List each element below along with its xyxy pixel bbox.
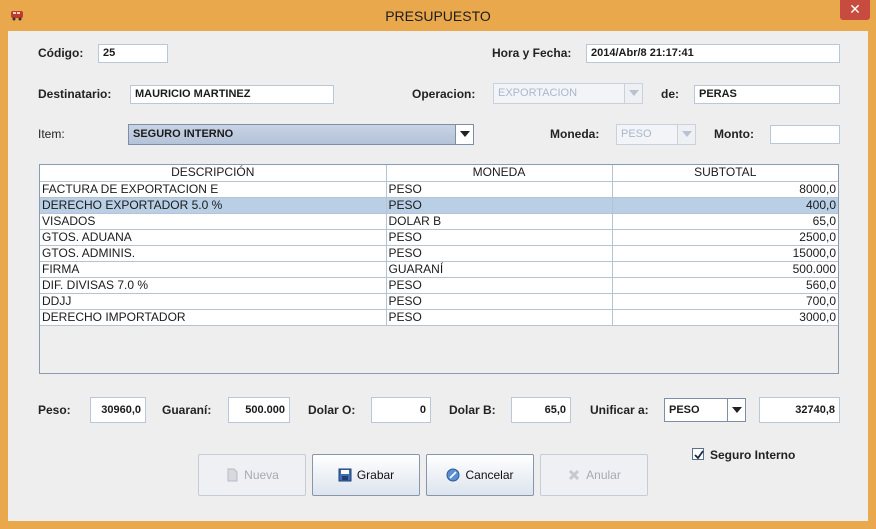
unificado-total-field[interactable]: 32740,8 (759, 397, 840, 423)
title-bar[interactable]: PRESUPUESTO ✕ (0, 0, 876, 32)
column-subtotal[interactable]: SUBTOTAL (612, 165, 838, 182)
guarani-label: Guaraní: (162, 403, 212, 417)
cell-moneda: DOLAR B (386, 213, 613, 230)
cell-moneda: GUARANÍ (386, 261, 613, 278)
cell-subtotal: 65,0 (612, 213, 838, 230)
unificar-value: PESO (669, 404, 700, 416)
cell-moneda: PESO (386, 181, 613, 198)
moneda-select[interactable]: PESO (616, 124, 696, 145)
cell-moneda: PESO (386, 309, 613, 326)
delete-icon (567, 468, 581, 482)
cell-moneda: PESO (386, 277, 613, 294)
cell-descripcion: FACTURA DE EXPORTACION E (40, 181, 387, 198)
cell-subtotal: 700,0 (612, 293, 838, 310)
column-moneda[interactable]: MONEDA (386, 165, 613, 182)
close-icon: ✕ (849, 1, 861, 17)
cell-moneda: PESO (386, 197, 613, 214)
anular-button[interactable]: Anular (540, 454, 648, 496)
operacion-value: EXPORTACION (498, 87, 578, 99)
cell-subtotal: 500.000 (612, 261, 838, 278)
table-row[interactable]: DDJJ PESO 700,0 (40, 293, 838, 310)
operacion-label: Operacion: (412, 87, 476, 101)
cell-subtotal: 3000,0 (612, 309, 838, 326)
cancel-icon (446, 468, 460, 482)
chevron-down-icon[interactable] (727, 399, 745, 421)
cancelar-button[interactable]: Cancelar (426, 454, 534, 496)
peso-label: Peso: (38, 403, 71, 417)
cell-moneda: PESO (386, 229, 613, 246)
table-row[interactable]: GTOS. ADMINIS. PESO 15000,0 (40, 245, 838, 262)
hora-fecha-label: Hora y Fecha: (492, 46, 572, 60)
moneda-label: Moneda: (550, 127, 600, 141)
cell-descripcion: GTOS. ADMINIS. (40, 245, 387, 262)
table-row[interactable]: FACTURA DE EXPORTACION E PESO 8000,0 (40, 181, 838, 198)
cell-descripcion: FIRMA (40, 261, 387, 278)
items-table[interactable]: DESCRIPCIÓN MONEDA SUBTOTAL FACTURA DE E… (39, 164, 839, 374)
chevron-down-icon[interactable] (624, 84, 642, 103)
cell-subtotal: 560,0 (612, 277, 838, 294)
table-row[interactable]: DIF. DIVISAS 7.0 % PESO 560,0 (40, 277, 838, 294)
seguro-interno-checkbox[interactable] (692, 448, 704, 460)
moneda-value: PESO (621, 128, 652, 140)
operacion-select[interactable]: EXPORTACION (493, 83, 643, 104)
check-icon (694, 450, 704, 460)
table-row-selected[interactable]: DERECHO EXPORTADOR 5.0 % PESO 400,0 (40, 197, 838, 214)
unificar-select[interactable]: PESO (664, 398, 746, 422)
nueva-button[interactable]: Nueva (198, 454, 306, 496)
anular-label: Anular (586, 468, 621, 482)
close-button[interactable]: ✕ (840, 0, 870, 20)
cell-subtotal: 2500,0 (612, 229, 838, 246)
table-row[interactable]: GTOS. ADUANA PESO 2500,0 (40, 229, 838, 246)
window-title: PRESUPUESTO (385, 8, 491, 24)
cell-subtotal: 400,0 (612, 197, 838, 214)
cell-moneda: PESO (386, 293, 613, 310)
chevron-down-icon[interactable] (677, 125, 695, 144)
cancelar-label: Cancelar (465, 468, 514, 482)
window: PRESUPUESTO ✕ Código: 25 Hora y Fecha: 2… (0, 0, 876, 529)
cell-descripcion: DERECHO EXPORTADOR 5.0 % (40, 197, 387, 214)
unificar-label: Unificar a: (590, 403, 649, 417)
codigo-label: Código: (38, 46, 84, 60)
destinatario-field[interactable]: MAURICIO MARTINEZ (130, 85, 334, 104)
cell-descripcion: DERECHO IMPORTADOR (40, 309, 387, 326)
cell-descripcion: DDJJ (40, 293, 387, 310)
nueva-label: Nueva (244, 468, 279, 482)
hora-fecha-field[interactable]: 2014/Abr/8 21:17:41 (586, 44, 840, 63)
save-icon (338, 468, 352, 482)
dolar-o-total-field[interactable]: 0 (371, 397, 431, 423)
cell-descripcion: DIF. DIVISAS 7.0 % (40, 277, 387, 294)
de-label: de: (661, 87, 679, 101)
de-field[interactable]: PERAS (694, 85, 840, 104)
peso-total-field[interactable]: 30960,0 (90, 397, 146, 423)
column-descripcion[interactable]: DESCRIPCIÓN (40, 165, 387, 182)
cell-moneda: PESO (386, 245, 613, 262)
table-row[interactable]: FIRMA GUARANÍ 500.000 (40, 261, 838, 278)
table-header: DESCRIPCIÓN MONEDA SUBTOTAL (40, 165, 838, 182)
grabar-button[interactable]: Grabar (312, 454, 420, 496)
table-row[interactable]: VISADOS DOLAR B 65,0 (40, 213, 838, 230)
item-select[interactable]: SEGURO INTERNO (128, 124, 474, 145)
cell-descripcion: GTOS. ADUANA (40, 229, 387, 246)
monto-label: Monto: (714, 127, 754, 141)
grabar-label: Grabar (356, 468, 395, 482)
dolar-o-label: Dolar O: (308, 403, 356, 417)
item-value: SEGURO INTERNO (133, 128, 234, 140)
seguro-interno-label[interactable]: Seguro Interno (710, 448, 795, 462)
dolar-b-label: Dolar B: (449, 403, 496, 417)
item-label: Item: (38, 127, 65, 141)
document-icon (225, 468, 239, 482)
monto-field[interactable] (770, 125, 840, 144)
guarani-total-field[interactable]: 500.000 (228, 397, 290, 423)
cell-descripcion: VISADOS (40, 213, 387, 230)
cell-subtotal: 8000,0 (612, 181, 838, 198)
cell-subtotal: 15000,0 (612, 245, 838, 262)
codigo-field[interactable]: 25 (98, 44, 168, 63)
chevron-down-icon[interactable] (455, 125, 473, 144)
destinatario-label: Destinatario: (38, 87, 112, 101)
dolar-b-total-field[interactable]: 65,0 (511, 397, 571, 423)
main-panel: Código: 25 Hora y Fecha: 2014/Abr/8 21:1… (8, 31, 868, 521)
table-row[interactable]: DERECHO IMPORTADOR PESO 3000,0 (40, 309, 838, 326)
